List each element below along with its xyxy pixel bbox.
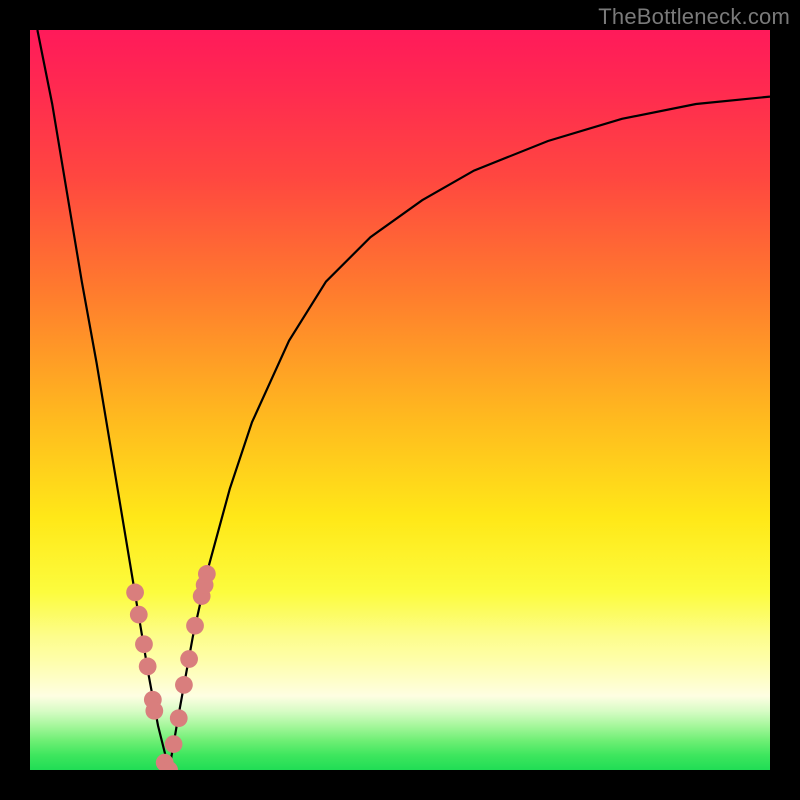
data-point	[135, 635, 153, 653]
data-points	[126, 565, 216, 770]
data-point	[139, 658, 157, 676]
curves-layer	[30, 30, 770, 770]
data-point	[165, 735, 183, 753]
data-point	[175, 676, 193, 694]
watermark-text: TheBottleneck.com	[598, 4, 790, 30]
data-point	[180, 650, 198, 668]
data-point	[126, 584, 144, 602]
data-point	[145, 702, 163, 720]
plot-area	[30, 30, 770, 770]
data-point	[186, 617, 204, 635]
data-point	[130, 606, 148, 624]
data-point	[198, 565, 216, 583]
curve-right-branch	[169, 97, 770, 770]
data-point	[170, 709, 188, 727]
chart-frame: TheBottleneck.com	[0, 0, 800, 800]
